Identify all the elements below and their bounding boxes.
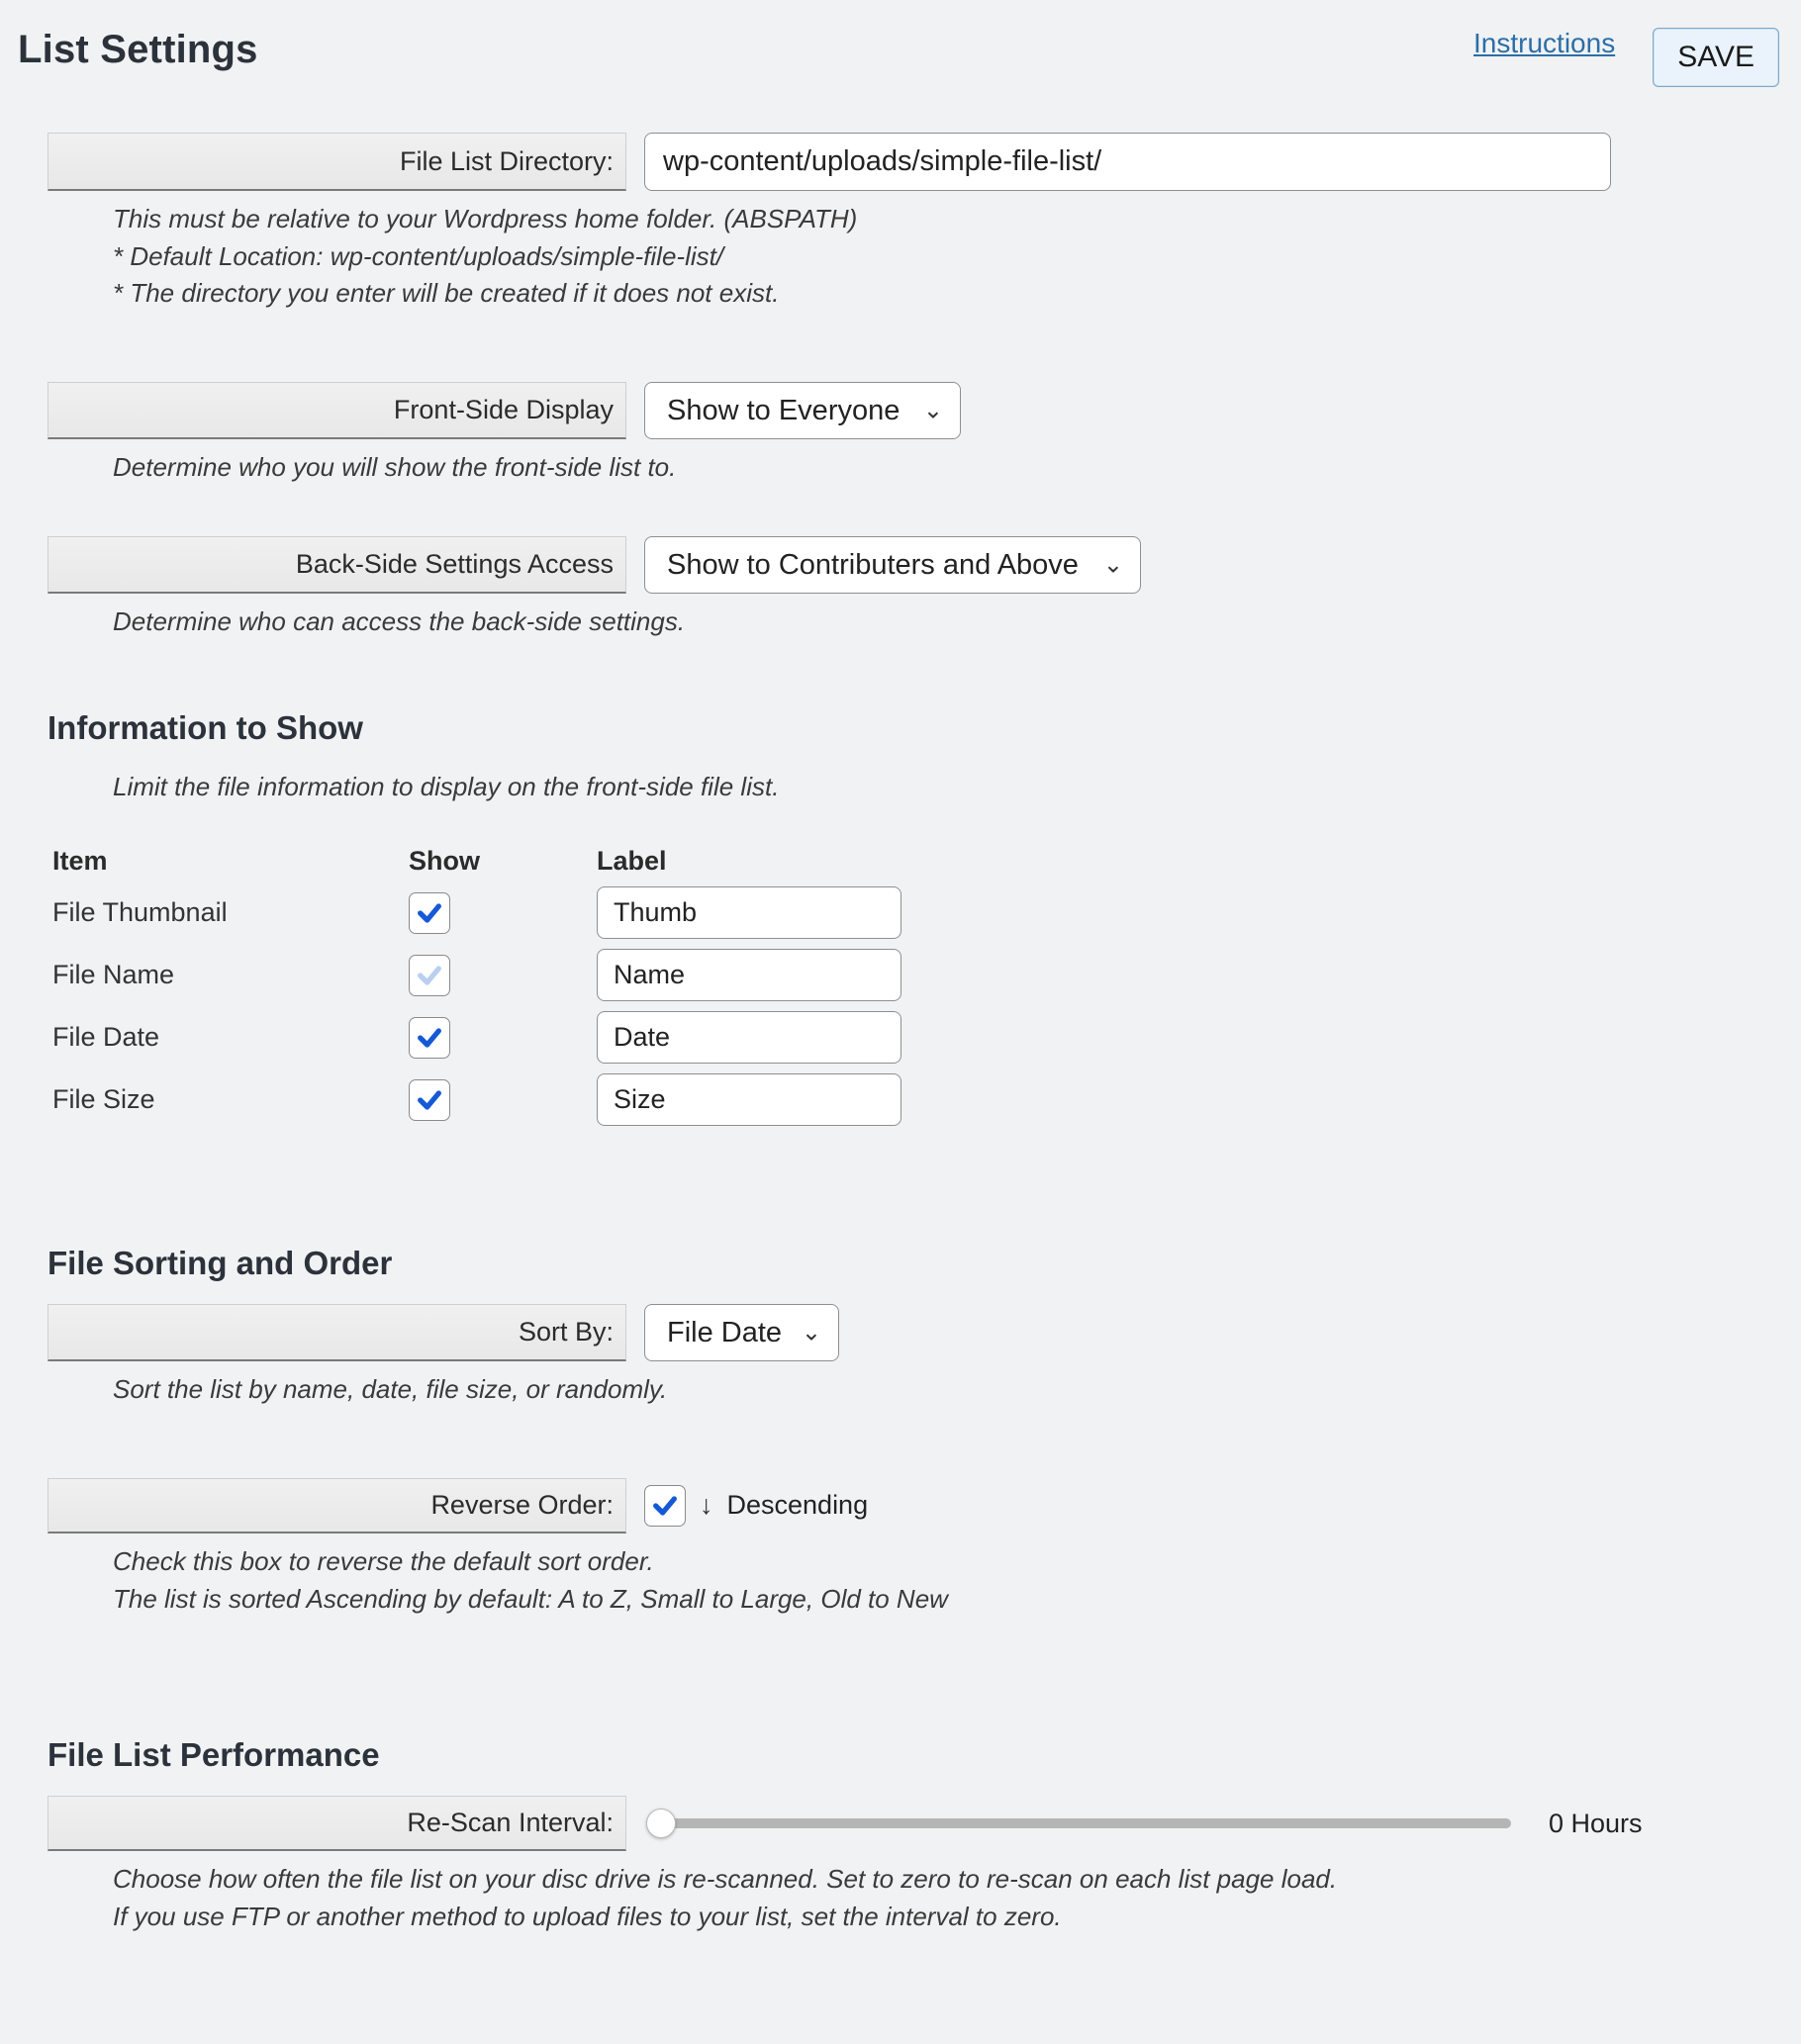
info-label-input[interactable] bbox=[597, 1073, 901, 1126]
info-label-input[interactable] bbox=[597, 1011, 901, 1064]
arrow-down-icon: ↓ bbox=[700, 1490, 713, 1521]
reverse-order-note-1: Check this box to reverse the default so… bbox=[113, 1543, 1779, 1581]
rescan-interval-label: Re-Scan Interval: bbox=[47, 1796, 626, 1851]
info-show-checkbox[interactable] bbox=[409, 1079, 450, 1121]
info-show-checkbox[interactable] bbox=[409, 892, 450, 934]
info-col-item: Item bbox=[52, 846, 409, 877]
page-title: List Settings bbox=[18, 28, 258, 72]
info-note: Limit the file information to display on… bbox=[113, 769, 1779, 806]
sort-by-label: Sort By: bbox=[47, 1304, 626, 1361]
file-list-directory-input[interactable] bbox=[644, 133, 1611, 191]
instructions-link[interactable]: Instructions bbox=[1473, 28, 1615, 59]
table-row: File Date bbox=[52, 1011, 1779, 1064]
slider-thumb[interactable] bbox=[646, 1809, 676, 1838]
front-side-display-select[interactable]: Show to Everyone bbox=[644, 382, 961, 439]
info-item-text: File Size bbox=[52, 1084, 409, 1115]
reverse-order-note-2: The list is sorted Ascending by default:… bbox=[113, 1581, 1779, 1619]
table-row: File Thumbnail bbox=[52, 886, 1779, 939]
back-side-access-label: Back-Side Settings Access bbox=[47, 536, 626, 594]
info-label-input[interactable] bbox=[597, 949, 901, 1001]
back-side-access-note: Determine who can access the back-side s… bbox=[113, 604, 1779, 641]
rescan-interval-slider[interactable] bbox=[650, 1818, 1511, 1828]
front-side-display-note: Determine who you will show the front-si… bbox=[113, 449, 1779, 487]
back-side-access-select[interactable]: Show to Contributers and Above bbox=[644, 536, 1141, 594]
save-button[interactable]: SAVE bbox=[1653, 28, 1779, 87]
perf-heading: File List Performance bbox=[47, 1736, 1779, 1774]
info-show-checkbox[interactable] bbox=[409, 1017, 450, 1059]
reverse-order-checkbox[interactable] bbox=[644, 1485, 686, 1527]
rescan-note-1: Choose how often the file list on your d… bbox=[113, 1861, 1779, 1899]
directory-note-2: * Default Location: wp-content/uploads/s… bbox=[113, 238, 1779, 276]
file-list-directory-label: File List Directory: bbox=[47, 133, 626, 191]
info-label-input[interactable] bbox=[597, 886, 901, 939]
sort-by-select[interactable]: File Date bbox=[644, 1304, 839, 1361]
info-item-text: File Thumbnail bbox=[52, 897, 409, 928]
directory-note-1: This must be relative to your Wordpress … bbox=[113, 201, 1779, 238]
rescan-interval-value: 0 Hours bbox=[1549, 1809, 1643, 1839]
front-side-display-label: Front-Side Display bbox=[47, 382, 626, 439]
sort-by-note: Sort the list by name, date, file size, … bbox=[113, 1371, 1779, 1409]
table-row: File Size bbox=[52, 1073, 1779, 1126]
directory-note-3: * The directory you enter will be create… bbox=[113, 275, 1779, 313]
table-row: File Name bbox=[52, 949, 1779, 1001]
info-show-checkbox[interactable] bbox=[409, 955, 450, 996]
info-col-show: Show bbox=[409, 846, 597, 877]
info-item-text: File Date bbox=[52, 1022, 409, 1053]
sort-heading: File Sorting and Order bbox=[47, 1245, 1779, 1282]
rescan-note-2: If you use FTP or another method to uplo… bbox=[113, 1899, 1779, 1936]
reverse-order-text: Descending bbox=[727, 1490, 869, 1521]
info-item-text: File Name bbox=[52, 960, 409, 990]
reverse-order-label: Reverse Order: bbox=[47, 1478, 626, 1533]
info-col-label: Label bbox=[597, 846, 913, 877]
info-heading: Information to Show bbox=[47, 709, 1779, 747]
